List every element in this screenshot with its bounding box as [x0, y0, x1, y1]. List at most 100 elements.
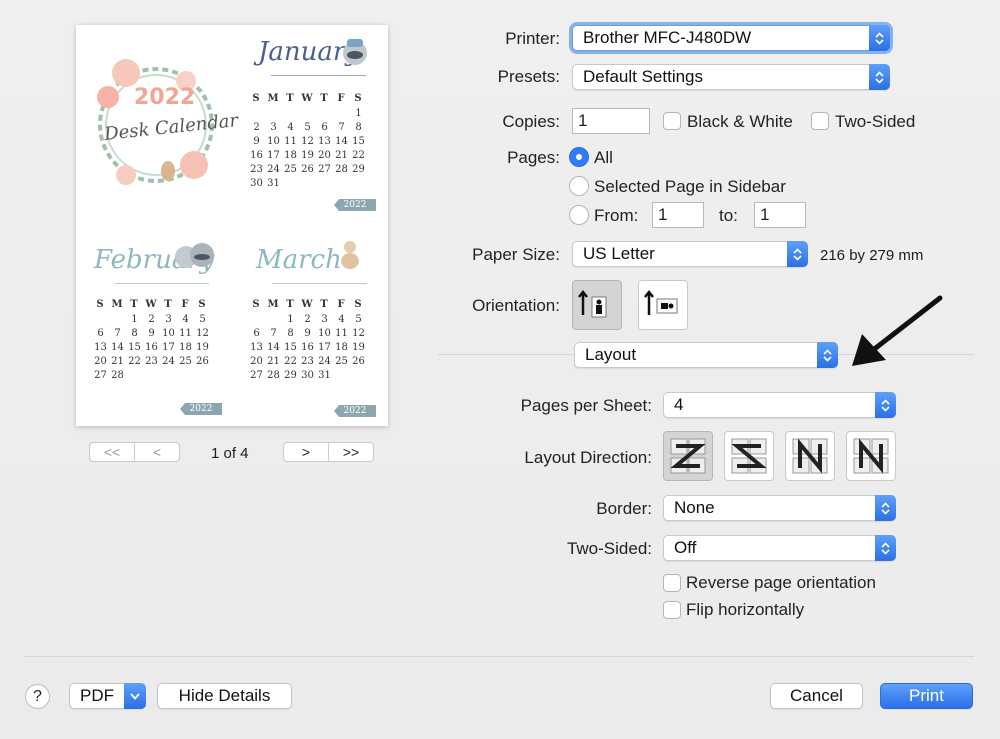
- hide-details-button[interactable]: Hide Details: [157, 683, 292, 709]
- wreath-year: 2022: [134, 85, 196, 110]
- chevron-updown-icon: [869, 25, 890, 51]
- z-direction-icon: [670, 438, 706, 474]
- border-select[interactable]: None: [663, 495, 896, 521]
- pages-label: Pages:: [507, 148, 560, 167]
- layout-direction-reverse-z-button[interactable]: [724, 431, 774, 481]
- calendar-day: 16: [145, 342, 158, 353]
- calendar-day: [248, 108, 265, 119]
- calendar-day: 19: [301, 150, 314, 161]
- layout-direction-reverse-n-button[interactable]: [785, 431, 835, 481]
- calendar-day: 2: [253, 122, 260, 133]
- calendar-day: 4: [338, 314, 345, 325]
- calendar-january: SMTWTFS 1 2 3 4 5 6 7 8 9 10 11 12 13 14 15 16 17 18 19 20 2…: [248, 93, 367, 189]
- pages-all-radio[interactable]: [569, 147, 589, 167]
- weekday-header: S: [252, 93, 261, 104]
- calendar-day: 15: [352, 136, 365, 147]
- copies-field[interactable]: 1: [572, 108, 650, 134]
- calendar-day: 25: [179, 356, 192, 367]
- calendar-day: 24: [162, 356, 175, 367]
- weekday-header: S: [354, 93, 363, 104]
- calendar-day: 9: [304, 328, 311, 339]
- calendar-day: 22: [352, 150, 365, 161]
- calendar-day: 2: [148, 314, 155, 325]
- print-button[interactable]: Print: [880, 683, 973, 709]
- calendar-day: 21: [111, 356, 124, 367]
- help-button[interactable]: ?: [25, 684, 50, 709]
- calendar-day: 3: [165, 314, 172, 325]
- calendar-day: 26: [196, 356, 209, 367]
- copies-label: Copies:: [502, 112, 560, 131]
- calendar-february: SMTWTFS 1 2 3 4 5 6 7 8 9 10 11 12 13 14 15 16 17 18 19 20 2…: [92, 299, 211, 381]
- divider: [271, 75, 366, 76]
- flip-horizontally-checkbox[interactable]: [663, 601, 681, 619]
- next-page-button[interactable]: >: [284, 443, 328, 461]
- cancel-button[interactable]: Cancel: [770, 683, 863, 709]
- calendar-day: 27: [94, 370, 107, 381]
- layout-direction-z-button[interactable]: [663, 431, 713, 481]
- reverse-orientation-checkbox[interactable]: [663, 574, 681, 592]
- calendar-day: 24: [267, 164, 280, 175]
- border-value: None: [674, 498, 715, 517]
- calendar-day: 28: [267, 370, 280, 381]
- calendar-day: 7: [270, 328, 277, 339]
- pages-per-sheet-select[interactable]: 4: [663, 392, 896, 418]
- last-page-button[interactable]: >>: [328, 443, 373, 461]
- pages-from-field[interactable]: 1: [652, 202, 704, 228]
- reverse-orientation-label: Reverse page orientation: [686, 573, 876, 592]
- weekday-header: T: [320, 299, 329, 310]
- divider: [114, 283, 209, 284]
- portrait-orientation-button[interactable]: [572, 280, 622, 330]
- calendar-day: 26: [352, 356, 365, 367]
- calendar-day: 1: [287, 314, 294, 325]
- pages-to-field[interactable]: 1: [754, 202, 806, 228]
- calendar-day: 15: [128, 342, 141, 353]
- calendar-day: 12: [352, 328, 365, 339]
- black-white-checkbox[interactable]: [663, 112, 681, 130]
- weekday-header: S: [198, 299, 207, 310]
- calendar-day: 11: [284, 136, 297, 147]
- presets-select[interactable]: Default Settings: [572, 64, 890, 90]
- calendar-day: [265, 108, 282, 119]
- calendar-day: 3: [270, 122, 277, 133]
- first-page-button[interactable]: <<: [90, 443, 134, 461]
- calendar-day: 12: [196, 328, 209, 339]
- calendar-day: [265, 314, 282, 325]
- two-sided-select[interactable]: Off: [663, 535, 896, 561]
- pages-selected-radio[interactable]: [569, 176, 589, 196]
- weekday-header: F: [337, 299, 346, 310]
- portrait-icon: [578, 289, 607, 318]
- weekday-header: S: [96, 299, 105, 310]
- pdf-menu-button[interactable]: PDF: [69, 683, 146, 709]
- arrow-annotation-icon: [852, 295, 943, 366]
- pages-from-radio[interactable]: [569, 205, 589, 225]
- paper-size-label: Paper Size:: [472, 245, 560, 264]
- calendar-day: 9: [253, 136, 260, 147]
- calendar-day: 21: [267, 356, 280, 367]
- printer-select[interactable]: Brother MFC-J480DW: [572, 25, 890, 51]
- calendar-day: 29: [352, 164, 365, 175]
- calendar-day: 8: [131, 328, 138, 339]
- calendar-day: 15: [284, 342, 297, 353]
- calendar-day: [92, 314, 109, 325]
- chevron-updown-icon: [869, 64, 890, 90]
- deer-icon: [341, 241, 359, 269]
- calendar-day: 29: [284, 370, 297, 381]
- month-title-march: March: [256, 245, 342, 275]
- calendar-day: 18: [179, 342, 192, 353]
- calendar-day: [282, 108, 299, 119]
- orientation-label: Orientation:: [472, 296, 560, 315]
- previous-page-button[interactable]: <: [134, 443, 179, 461]
- two-sided-value: Off: [674, 538, 697, 557]
- calendar-day: 14: [111, 342, 124, 353]
- layout-direction-n-button[interactable]: [846, 431, 896, 481]
- calendar-day: 3: [321, 314, 328, 325]
- calendar-day: 18: [284, 150, 297, 161]
- weekday-header: S: [252, 299, 261, 310]
- section-select[interactable]: Layout: [574, 342, 838, 368]
- landscape-orientation-button[interactable]: [638, 280, 688, 330]
- paper-size-select[interactable]: US Letter: [572, 241, 808, 267]
- two-sided-checkbox[interactable]: [811, 112, 829, 130]
- calendar-day: 13: [318, 136, 331, 147]
- calendar-day: [109, 314, 126, 325]
- border-label: Border:: [596, 499, 652, 518]
